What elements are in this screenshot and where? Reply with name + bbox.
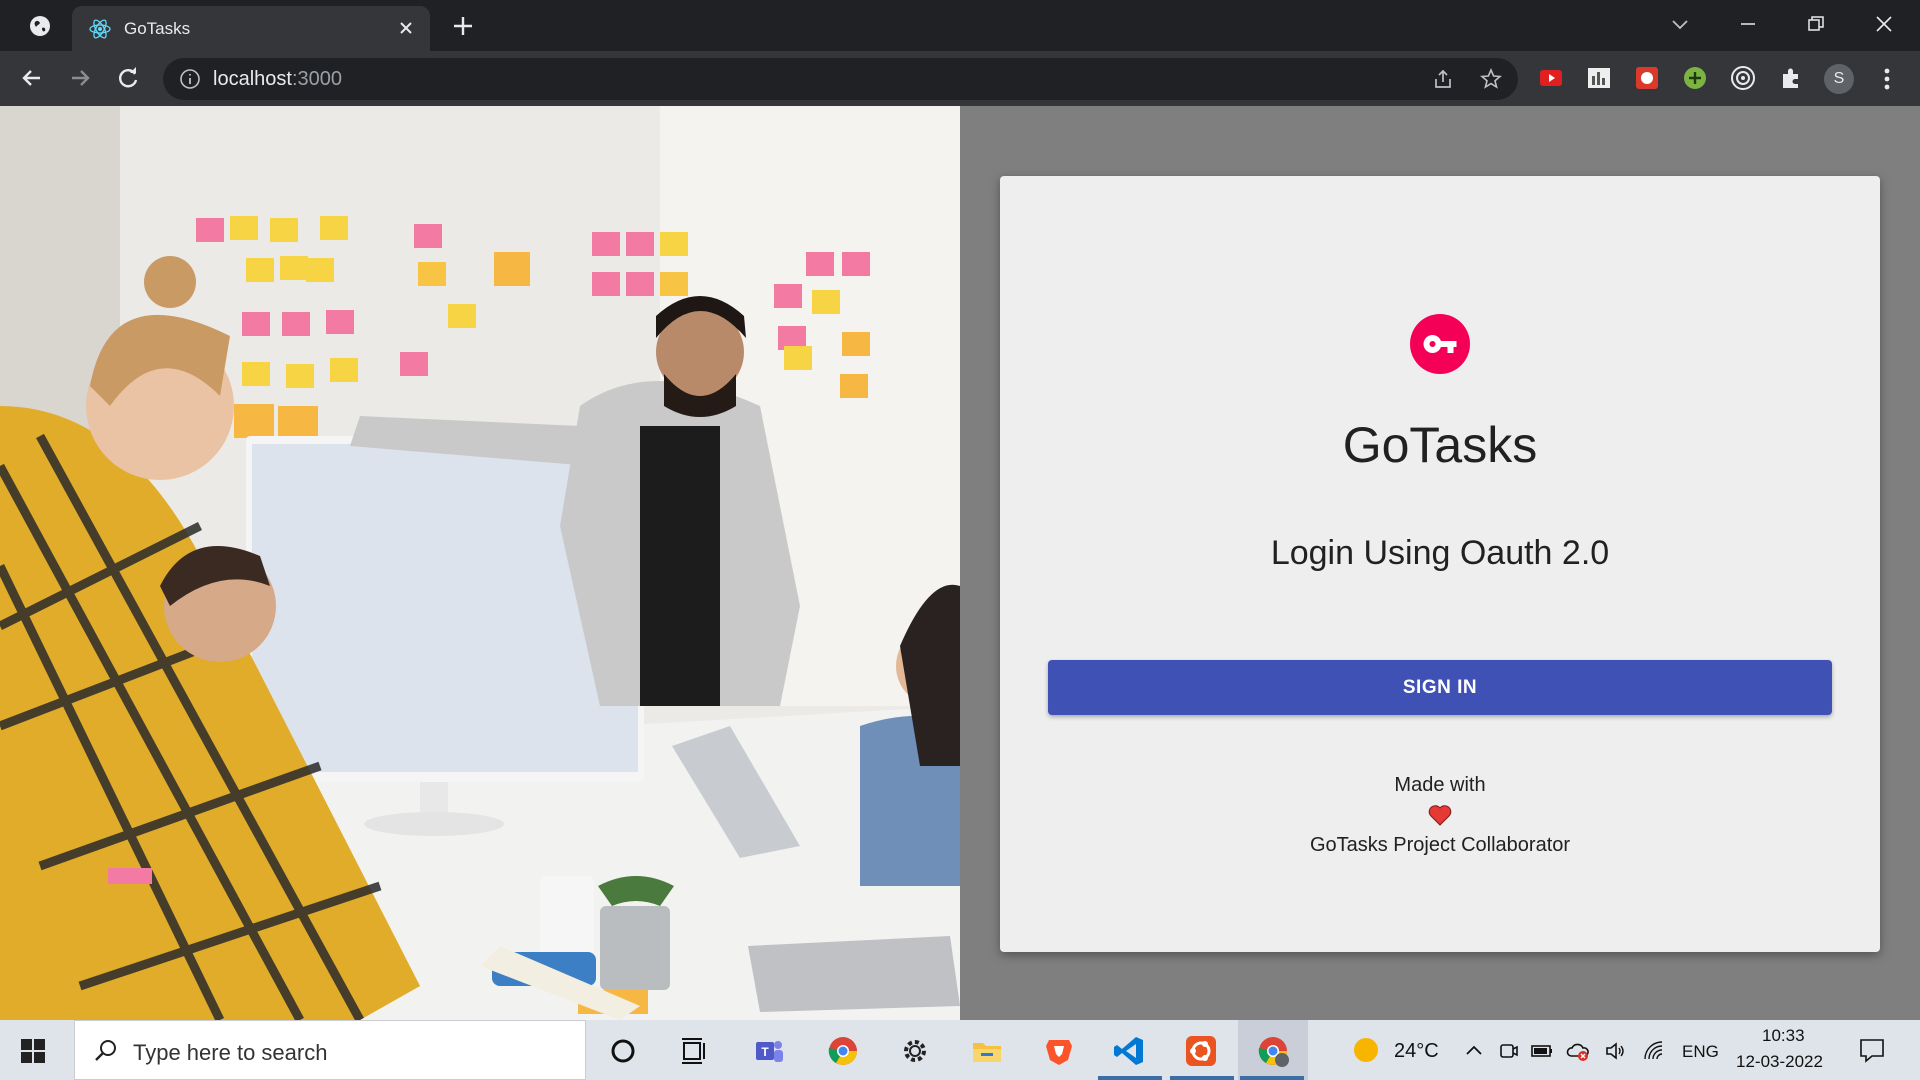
vscode-icon[interactable]: [1112, 1034, 1146, 1068]
chrome-menu-icon[interactable]: [1874, 64, 1900, 94]
minimize-icon[interactable]: [1736, 12, 1760, 36]
onedrive-error-icon[interactable]: [1566, 1039, 1590, 1063]
tab-strip: GoTasks: [0, 0, 1920, 51]
app-title: GoTasks: [1342, 417, 1538, 473]
photo-illustration: [0, 106, 960, 1020]
teams-icon[interactable]: T: [752, 1034, 786, 1068]
volume-icon[interactable]: [1604, 1039, 1628, 1063]
chart-extension-icon[interactable]: [1585, 64, 1613, 92]
made-with-text: Made with: [1394, 774, 1486, 796]
ubuntu-active-indicator: [1170, 1076, 1234, 1080]
chrome-taskbar-icon[interactable]: [826, 1034, 860, 1068]
forward-arrow-icon[interactable]: [66, 64, 94, 92]
notifications-icon[interactable]: [1858, 1036, 1886, 1064]
cortana-icon[interactable]: [606, 1034, 640, 1068]
vpn-key-icon: [1423, 335, 1457, 353]
svg-text:T: T: [761, 1045, 769, 1059]
browser-toolbar: localhost:3000: [0, 51, 1920, 106]
chrome-active-indicator: [1240, 1076, 1304, 1080]
clock-date[interactable]: 12-03-2022: [1736, 1052, 1823, 1072]
close-tab-icon[interactable]: [396, 18, 416, 38]
chevron-up-icon[interactable]: [1462, 1039, 1486, 1063]
site-info-icon[interactable]: [179, 68, 201, 90]
brave-browser-icon[interactable]: [1042, 1034, 1076, 1068]
windows-start-icon[interactable]: [20, 1038, 46, 1064]
key-avatar: [1410, 314, 1470, 374]
windows-taskbar: Type here to search T 24°C ENG 10:33 12-…: [0, 1020, 1920, 1080]
wifi-icon[interactable]: [1642, 1039, 1666, 1063]
meet-now-icon[interactable]: [1496, 1039, 1520, 1063]
language-indicator[interactable]: ENG: [1682, 1042, 1719, 1062]
brave-extension-icon[interactable]: [1633, 64, 1661, 92]
collaborator-credit: GoTasks Project Collaborator: [1309, 834, 1571, 856]
youtube-extension-icon[interactable]: [1537, 64, 1565, 92]
new-tab-icon[interactable]: [450, 13, 476, 39]
url-host: localhost: [213, 68, 292, 90]
address-bar[interactable]: localhost:3000: [163, 58, 1518, 100]
reload-icon[interactable]: [114, 64, 142, 92]
tab-title: GoTasks: [124, 19, 191, 38]
task-view-icon[interactable]: [678, 1034, 712, 1068]
login-card: GoTasks Login Using Oauth 2.0 SIGN IN Ma…: [1000, 176, 1880, 952]
taskbar-search-box[interactable]: Type here to search: [74, 1020, 586, 1080]
tab-search-chevron-icon[interactable]: [1668, 12, 1692, 36]
ubuntu-icon[interactable]: [1184, 1034, 1218, 1068]
search-placeholder: Type here to search: [133, 1040, 328, 1065]
profile-avatar[interactable]: S: [1824, 64, 1854, 94]
heart-icon: [1428, 805, 1452, 826]
browser-tab-active[interactable]: GoTasks: [72, 6, 430, 51]
clock-time[interactable]: 10:33: [1762, 1026, 1805, 1046]
restore-icon[interactable]: [1804, 12, 1828, 36]
plus-extension-icon[interactable]: [1681, 64, 1709, 92]
share-icon[interactable]: [1431, 67, 1455, 91]
search-icon: [95, 1040, 116, 1061]
battery-icon[interactable]: [1530, 1039, 1554, 1063]
globe-icon[interactable]: [28, 14, 52, 38]
bookmark-star-icon[interactable]: [1479, 67, 1503, 91]
settings-gear-icon[interactable]: [898, 1034, 932, 1068]
url-text[interactable]: localhost:3000: [213, 68, 342, 91]
extensions-puzzle-icon[interactable]: [1777, 64, 1805, 92]
file-explorer-icon[interactable]: [970, 1034, 1004, 1068]
target-extension-icon[interactable]: [1729, 64, 1757, 92]
url-port: :3000: [291, 68, 342, 90]
login-subtitle: Login Using Oauth 2.0: [1270, 534, 1610, 572]
back-arrow-icon[interactable]: [18, 64, 46, 92]
react-logo-icon: [89, 19, 111, 39]
office-team-photo: [0, 106, 960, 1020]
vscode-active-indicator: [1098, 1076, 1162, 1080]
sign-in-button[interactable]: SIGN IN: [1048, 660, 1832, 715]
weather-sun-icon[interactable]: [1352, 1036, 1380, 1064]
chrome-profile-taskbar-icon[interactable]: [1256, 1034, 1290, 1068]
close-window-icon[interactable]: [1872, 12, 1896, 36]
temperature-text[interactable]: 24°C: [1394, 1040, 1439, 1063]
